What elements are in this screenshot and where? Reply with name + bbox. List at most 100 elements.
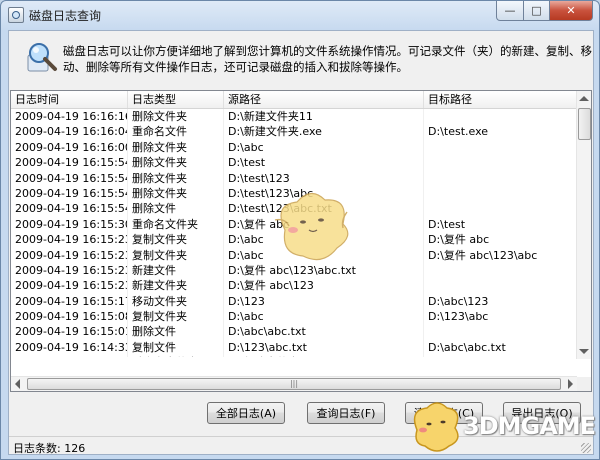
maximize-button[interactable]: □ xyxy=(524,1,550,21)
cell-source-path: D:\test\123 xyxy=(224,170,424,186)
cell-source-path: D:\复件 abc xyxy=(224,216,424,233)
table-row[interactable]: 2009-04-19 16:15:54 删除文件夹 D:\test\123 xyxy=(11,170,577,186)
cell-source-path: D:\新建文件夹 xyxy=(224,355,424,357)
dialog-client-area: 磁盘日志可以让你方便详细地了解到您计算机的文件系统操作情况。可记录文件（夹）的新… xyxy=(8,30,594,455)
cell-log-type: 复制文件夹 xyxy=(128,247,224,263)
window-controls: — □ ✕ xyxy=(496,1,593,21)
table-row[interactable]: 2009-04-19 16:15:23 复制文件夹 D:\abc D:\复件 abc\… xyxy=(11,247,577,263)
table-row[interactable]: 2009-04-19 16:14:26重命名文件夹D:\新建文件夹D:\abc xyxy=(11,355,577,357)
cell-log-time: 2009-04-19 16:15:54 xyxy=(11,155,128,171)
table-row[interactable]: 2009-04-19 16:15:54 删除文件夹 D:\test xyxy=(11,155,577,171)
resize-grip-icon[interactable] xyxy=(581,443,591,453)
cell-source-path: D:\test\123\abc xyxy=(224,185,424,202)
cell-log-type: 删除文件 xyxy=(128,324,224,340)
description-line: 磁盘日志可以让你方便详细地了解到您计算机的文件系统操作情况。可记录文件（夹）的新… xyxy=(63,44,592,58)
status-bar: 日志条数: 126 xyxy=(9,436,593,455)
scroll-up-arrow-icon[interactable] xyxy=(579,96,589,101)
scroll-down-arrow-icon[interactable] xyxy=(579,349,589,354)
cell-source-path: D:\abc xyxy=(224,232,424,248)
table-row[interactable]: 2009-04-19 16:15:08 复制文件夹 D:\abc D:\123\abc xyxy=(11,309,577,325)
table-row[interactable]: 2009-04-19 16:15:30 重命名文件夹 D:\复件 abc D:\tes… xyxy=(11,216,577,233)
scroll-right-arrow-icon[interactable] xyxy=(568,379,573,389)
column-header-source-path[interactable]: 源路径 xyxy=(224,91,424,108)
cell-log-time: 2009-04-19 16:16:04 xyxy=(11,124,128,140)
cell-log-time: 2009-04-19 16:15:54 xyxy=(11,201,128,217)
cell-source-path: D:\abc xyxy=(224,309,424,325)
table-row[interactable]: 2009-04-19 16:15:23 复制文件夹 D:\abc D:\复件 abc xyxy=(11,232,577,248)
cell-source-path: D:\复件 abc\123\abc.txt xyxy=(224,262,424,279)
table-row[interactable]: 2009-04-19 16:15:17 移动文件夹 D:\123 D:\abc\123 xyxy=(11,293,577,310)
table-row[interactable]: 2009-04-19 16:14:33 复制文件 D:\123\abc.txt D:\… xyxy=(11,339,577,356)
cell-log-time: 2009-04-19 16:15:23 xyxy=(11,278,128,294)
export-logs-button[interactable]: 导出日志(O) xyxy=(503,402,581,424)
cell-log-type: 重命名文件 xyxy=(128,124,224,140)
cell-log-type: 删除文件夹 xyxy=(128,185,224,202)
all-logs-button[interactable]: 全部日志(A) xyxy=(207,402,285,424)
table-row[interactable]: 2009-04-19 16:16:04 重命名文件 D:\新建文件夹.exe D:\t… xyxy=(11,124,577,140)
vertical-scroll-thumb[interactable] xyxy=(578,108,591,140)
cell-target-path xyxy=(424,201,577,217)
query-logs-button[interactable]: 查询日志(F) xyxy=(307,402,385,424)
cell-target-path: D:\abc xyxy=(424,355,577,357)
cell-log-type: 删除文件夹 xyxy=(128,139,224,156)
cell-source-path: D:\abc xyxy=(224,247,424,263)
scroll-left-arrow-icon[interactable] xyxy=(15,379,20,389)
column-header-target-path[interactable]: 目标路径 xyxy=(424,91,577,108)
table-row[interactable]: 2009-04-19 16:15:23 新建文件夹 D:\复件 abc\123 xyxy=(11,278,577,294)
cell-source-path: D:\abc xyxy=(224,139,424,156)
cell-target-path: D:\123\abc xyxy=(424,309,577,325)
cell-log-type: 新建文件夹 xyxy=(128,278,224,294)
minimize-button[interactable]: — xyxy=(496,1,524,21)
close-button[interactable]: ✕ xyxy=(550,1,593,21)
horizontal-scroll-thumb[interactable]: ||| xyxy=(27,378,561,390)
cell-target-path xyxy=(424,170,577,186)
list-rows: 2009-04-19 16:16:16 删除文件夹 D:\新建文件夹11 2009-0… xyxy=(11,109,577,357)
table-row[interactable]: 2009-04-19 16:15:54 删除文件夹 D:\test\123\abc xyxy=(11,185,577,202)
cell-log-type: 删除文件夹 xyxy=(128,170,224,186)
cell-log-type: 复制文件 xyxy=(128,339,224,356)
clear-logs-button[interactable]: 清除日志(C) xyxy=(405,402,483,424)
cell-log-time: 2009-04-19 16:16:00 xyxy=(11,139,128,156)
cell-log-type: 重命名文件夹 xyxy=(128,216,224,233)
horizontal-scrollbar[interactable]: ||| xyxy=(11,376,577,391)
cell-source-path: D:\复件 abc\123 xyxy=(224,278,424,294)
cell-log-type: 移动文件夹 xyxy=(128,293,224,310)
table-row[interactable]: 2009-04-19 16:16:00 删除文件夹 D:\abc xyxy=(11,139,577,156)
table-row[interactable]: 2009-04-19 16:15:01 删除文件 D:\abc\abc.txt xyxy=(11,324,577,340)
cell-target-path xyxy=(424,109,577,125)
log-list-view[interactable]: 日志时间 日志类型 源路径 目标路径 2009-04-19 16:16:16 删除… xyxy=(10,90,592,392)
cell-log-type: 新建文件 xyxy=(128,262,224,279)
cell-log-time: 2009-04-19 16:15:17 xyxy=(11,293,128,310)
cell-log-time: 2009-04-19 16:15:08 xyxy=(11,309,128,325)
cell-source-path: D:\新建文件夹11 xyxy=(224,109,424,125)
vertical-scrollbar[interactable] xyxy=(576,91,591,359)
log-count-value: 126 xyxy=(64,442,86,455)
column-header-log-time[interactable]: 日志时间 xyxy=(11,91,128,108)
cell-log-time: 2009-04-19 16:15:23 xyxy=(11,247,128,263)
cell-target-path: D:\复件 abc xyxy=(424,232,577,248)
cell-log-time: 2009-04-19 16:15:30 xyxy=(11,216,128,233)
column-header-log-type[interactable]: 日志类型 xyxy=(128,91,224,108)
cell-source-path: D:\test xyxy=(224,155,424,171)
list-header: 日志时间 日志类型 源路径 目标路径 xyxy=(11,91,577,109)
cell-log-type: 删除文件夹 xyxy=(128,109,224,125)
cell-target-path: D:\abc\abc.txt xyxy=(424,339,577,356)
cell-log-time: 2009-04-19 16:14:33 xyxy=(11,339,128,356)
table-row[interactable]: 2009-04-19 16:15:54 删除文件 D:\test\123\abc.t… xyxy=(11,201,577,217)
cell-target-path: D:\abc\123 xyxy=(424,293,577,310)
cell-source-path: D:\新建文件夹.exe xyxy=(224,124,424,140)
cell-target-path xyxy=(424,185,577,202)
title-bar[interactable]: 磁盘日志查询 — □ ✕ xyxy=(1,1,599,29)
table-row[interactable]: 2009-04-19 16:15:23 新建文件 D:\复件 abc\123\abc… xyxy=(11,262,577,279)
cell-target-path: D:\复件 abc\123\abc xyxy=(424,247,577,263)
cell-log-time: 2009-04-19 16:15:01 xyxy=(11,324,128,340)
cell-target-path xyxy=(424,155,577,171)
cell-target-path: D:\test xyxy=(424,216,577,233)
cell-target-path: D:\test.exe xyxy=(424,124,577,140)
cell-log-time: 2009-04-19 16:15:23 xyxy=(11,262,128,279)
cell-target-path xyxy=(424,324,577,340)
cell-log-time: 2009-04-19 16:15:54 xyxy=(11,170,128,186)
table-row[interactable]: 2009-04-19 16:16:16 删除文件夹 D:\新建文件夹11 xyxy=(11,109,577,125)
cell-log-type: 删除文件夹 xyxy=(128,155,224,171)
window-title: 磁盘日志查询 xyxy=(29,9,102,23)
